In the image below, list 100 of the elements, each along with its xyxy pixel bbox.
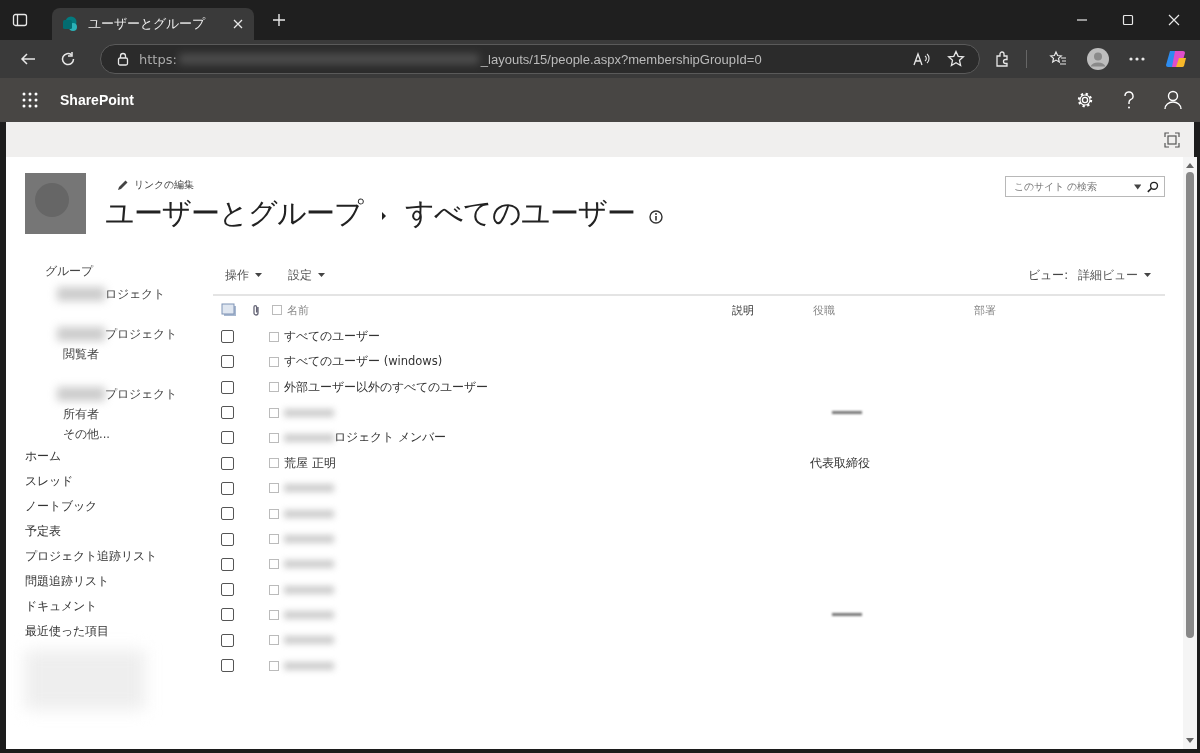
row-checkbox[interactable] (221, 583, 234, 597)
type-checkbox-icon (269, 407, 279, 418)
settings-icon[interactable] (1076, 91, 1094, 109)
maximize-icon[interactable] (1122, 14, 1134, 26)
read-aloud-icon[interactable] (913, 51, 931, 67)
search-icon[interactable] (1147, 179, 1159, 194)
copilot-icon[interactable] (1165, 48, 1187, 70)
favorites-icon[interactable] (1049, 50, 1067, 68)
type-checkbox-icon (272, 305, 282, 315)
nav-link[interactable]: 予定表 (25, 519, 213, 544)
row-checkbox[interactable] (221, 532, 234, 546)
close-icon[interactable] (1168, 14, 1180, 26)
type-checkbox-icon (269, 508, 279, 519)
back-icon[interactable] (20, 51, 36, 67)
row-checkbox[interactable] (221, 481, 234, 495)
nav-link[interactable]: 最近使った項目 (25, 619, 213, 644)
user-icon[interactable] (1164, 90, 1182, 110)
type-checkbox-icon (269, 382, 279, 393)
page-title[interactable]: ユーザーとグループ (105, 194, 363, 234)
edit-links-link[interactable]: リンクの編集 (117, 178, 663, 192)
column-header[interactable]: 役職 (813, 302, 974, 318)
name-link[interactable]: 荒屋 正明 (284, 455, 336, 471)
app-name[interactable]: SharePoint (60, 92, 134, 108)
app-launcher-icon[interactable] (22, 92, 38, 108)
pencil-icon (117, 179, 129, 191)
column-header[interactable]: 名前 (287, 302, 309, 318)
url-text: https: (139, 51, 177, 67)
row-checkbox[interactable] (221, 431, 234, 445)
breadcrumb-arrow-icon (381, 211, 387, 221)
scroll-down-icon (1186, 738, 1194, 743)
caret-icon (318, 273, 325, 277)
scroll-thumb[interactable] (1186, 172, 1194, 638)
nav-link[interactable]: 問題追跡リスト (25, 569, 213, 594)
row-checkbox[interactable] (221, 330, 234, 344)
row-checkbox[interactable] (221, 608, 234, 622)
more-icon[interactable] (1129, 57, 1145, 61)
attachment-icon (252, 304, 260, 316)
name-link[interactable]: ロジェクト メンバー (334, 430, 446, 446)
new-tab-icon[interactable] (272, 13, 286, 27)
profile-avatar-icon[interactable] (1087, 48, 1109, 70)
scrollbar[interactable] (1183, 157, 1197, 749)
nav-link[interactable]: ドキュメント (25, 594, 213, 619)
type-checkbox-icon (269, 559, 279, 570)
tab-actions-icon (12, 12, 28, 28)
url-text: _layouts/15/people.aspx?membershipGroupId=0 (480, 51, 762, 67)
name-link[interactable]: 外部ユーザー以外のすべてのユーザー (284, 379, 488, 395)
nav-link[interactable]: プロジェクト追跡リスト (25, 544, 213, 569)
caret-icon (255, 273, 262, 277)
type-checkbox-icon (269, 534, 279, 544)
row-checkbox[interactable] (221, 355, 234, 369)
nav-link[interactable]: スレッド (25, 469, 213, 494)
tab-title: ユーザーとグループ (88, 15, 207, 33)
page-title: すべてのユーザー (405, 195, 635, 232)
row-checkbox[interactable] (221, 557, 234, 571)
row-checkbox[interactable] (221, 507, 234, 521)
address-field[interactable]: https: _layouts/15/people.aspx?membershipGroupId=0 (100, 44, 980, 74)
browser-tab[interactable]: ユーザーとグループ (52, 8, 254, 40)
close-icon[interactable] (232, 18, 244, 30)
focus-mode-icon[interactable] (1164, 131, 1180, 148)
view-dropdown[interactable]: 詳細ビュー (1078, 267, 1151, 283)
nav-link[interactable]: ロジェクト (105, 286, 165, 302)
type-checkbox-icon (269, 458, 279, 469)
menu-button[interactable]: 操作 (225, 267, 262, 283)
dropdown-caret-icon[interactable] (1134, 183, 1142, 190)
scroll-up-icon (1186, 163, 1194, 168)
column-header[interactable]: 部署 (974, 302, 996, 318)
type-checkbox-icon (269, 609, 279, 620)
name-link[interactable]: すべてのユーザー (windows) (284, 354, 443, 370)
sharepoint-logo-icon (62, 16, 78, 32)
site-logo-icon (25, 173, 86, 234)
type-checkbox-icon (269, 331, 279, 342)
nav-heading[interactable]: グループ (45, 264, 213, 284)
help-icon[interactable] (1122, 90, 1136, 110)
type-checkbox-icon (269, 635, 279, 646)
refresh-icon[interactable] (60, 51, 76, 67)
row-checkbox[interactable] (221, 380, 234, 394)
row-checkbox[interactable] (221, 659, 234, 672)
nav-link[interactable]: ホーム (25, 444, 213, 469)
nav-link[interactable]: プロジェクト (105, 326, 177, 342)
star-icon[interactable] (947, 50, 965, 68)
nav-link[interactable]: 所有者 (63, 406, 99, 422)
table-cell: 代表取締役 (810, 455, 870, 471)
menu-button[interactable]: 設定 (288, 267, 325, 283)
type-checkbox-icon (269, 660, 279, 671)
lock-icon (117, 52, 129, 66)
type-checkbox-icon (269, 432, 279, 443)
search-box[interactable]: このサイト の検索 (1005, 176, 1165, 197)
type-checkbox-icon (269, 356, 279, 367)
row-checkbox[interactable] (221, 406, 234, 420)
name-link[interactable]: すべてのユーザー (284, 329, 380, 345)
column-header[interactable]: 説明 (732, 302, 813, 318)
nav-link[interactable]: ノートブック (25, 494, 213, 519)
nav-link[interactable]: 閲覧者 (63, 346, 99, 362)
info-icon[interactable] (649, 210, 663, 224)
row-checkbox[interactable] (221, 633, 234, 647)
type-checkbox-icon (269, 483, 279, 494)
nav-link[interactable]: その他... (63, 426, 110, 442)
nav-link[interactable]: プロジェクト (105, 386, 177, 402)
view-label: ビュー: (1028, 267, 1068, 283)
row-checkbox[interactable] (221, 456, 234, 470)
